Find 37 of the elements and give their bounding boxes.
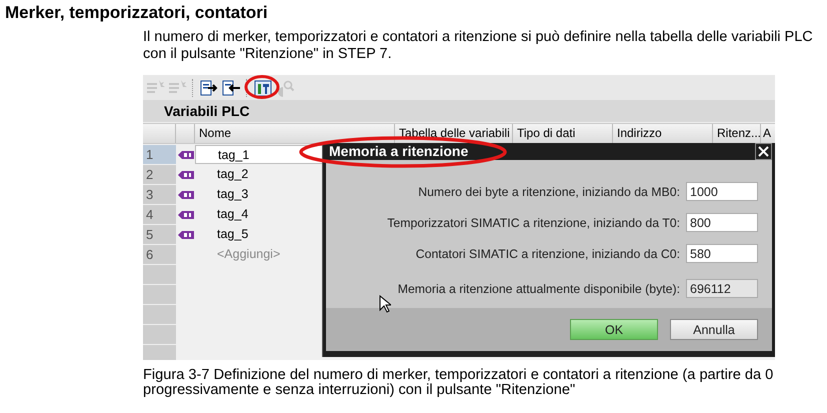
figure-caption: Figura 3-7 Definizione del numero di merker, temporizzatori e contatori a ritenzione (a partire da 0 progressivamente e senza interruzioni) con il pulsante "Ritenzione": [143, 368, 774, 398]
tag-icon: [178, 210, 194, 220]
panel-title: Variabili PLC: [164, 102, 250, 121]
tag-icon: [178, 190, 194, 200]
row-number: 4: [143, 205, 176, 224]
row-number: [143, 265, 176, 284]
tag-icon: [178, 170, 194, 180]
retention-icon[interactable]: [253, 78, 273, 98]
field-label: Memoria a ritenzione attualmente disponibile (byte):: [398, 282, 680, 296]
row-number: 6: [143, 245, 176, 264]
row-number: 2: [143, 165, 176, 184]
close-button[interactable]: [755, 143, 772, 160]
section-heading: Merker, temporizzatori, contatori: [5, 3, 269, 23]
import-icon[interactable]: [221, 78, 241, 98]
input-field[interactable]: 1000: [686, 182, 758, 201]
row-number: 1: [143, 145, 176, 164]
field-label: Temporizzatori SIMATIC a ritenzione, iniziando da T0:: [387, 216, 680, 230]
column-header[interactable]: A: [761, 124, 775, 143]
tag-icon: [178, 230, 194, 240]
row-number: [143, 285, 176, 304]
field-label: Contatori SIMATIC a ritenzione, iniziando da C0:: [416, 246, 680, 260]
cursor-icon: [379, 295, 391, 313]
ok-button[interactable]: OK: [570, 319, 658, 340]
highlight-ellipse: [244, 75, 280, 99]
input-field[interactable]: 580: [686, 244, 758, 263]
export-icon[interactable]: [199, 78, 219, 98]
row-number: 5: [143, 225, 176, 244]
field-label: Numero dei byte a ritenzione, iniziando da MB0:: [418, 184, 680, 198]
tag-icon: [178, 150, 194, 160]
cancel-button[interactable]: Annulla: [670, 319, 758, 340]
row-number: [143, 325, 176, 344]
intro-paragraph: Il numero di merker, temporizzatori e contatori a ritenzione si può definire nella tabella delle variabili PLC con il pulsante "Ritenzione" in STEP 7.: [143, 29, 814, 63]
row-number: [143, 305, 176, 324]
row-number: 3: [143, 185, 176, 204]
input-field[interactable]: 800: [686, 213, 758, 232]
row-number: [143, 345, 176, 360]
readonly-field[interactable]: 696112: [686, 279, 758, 298]
